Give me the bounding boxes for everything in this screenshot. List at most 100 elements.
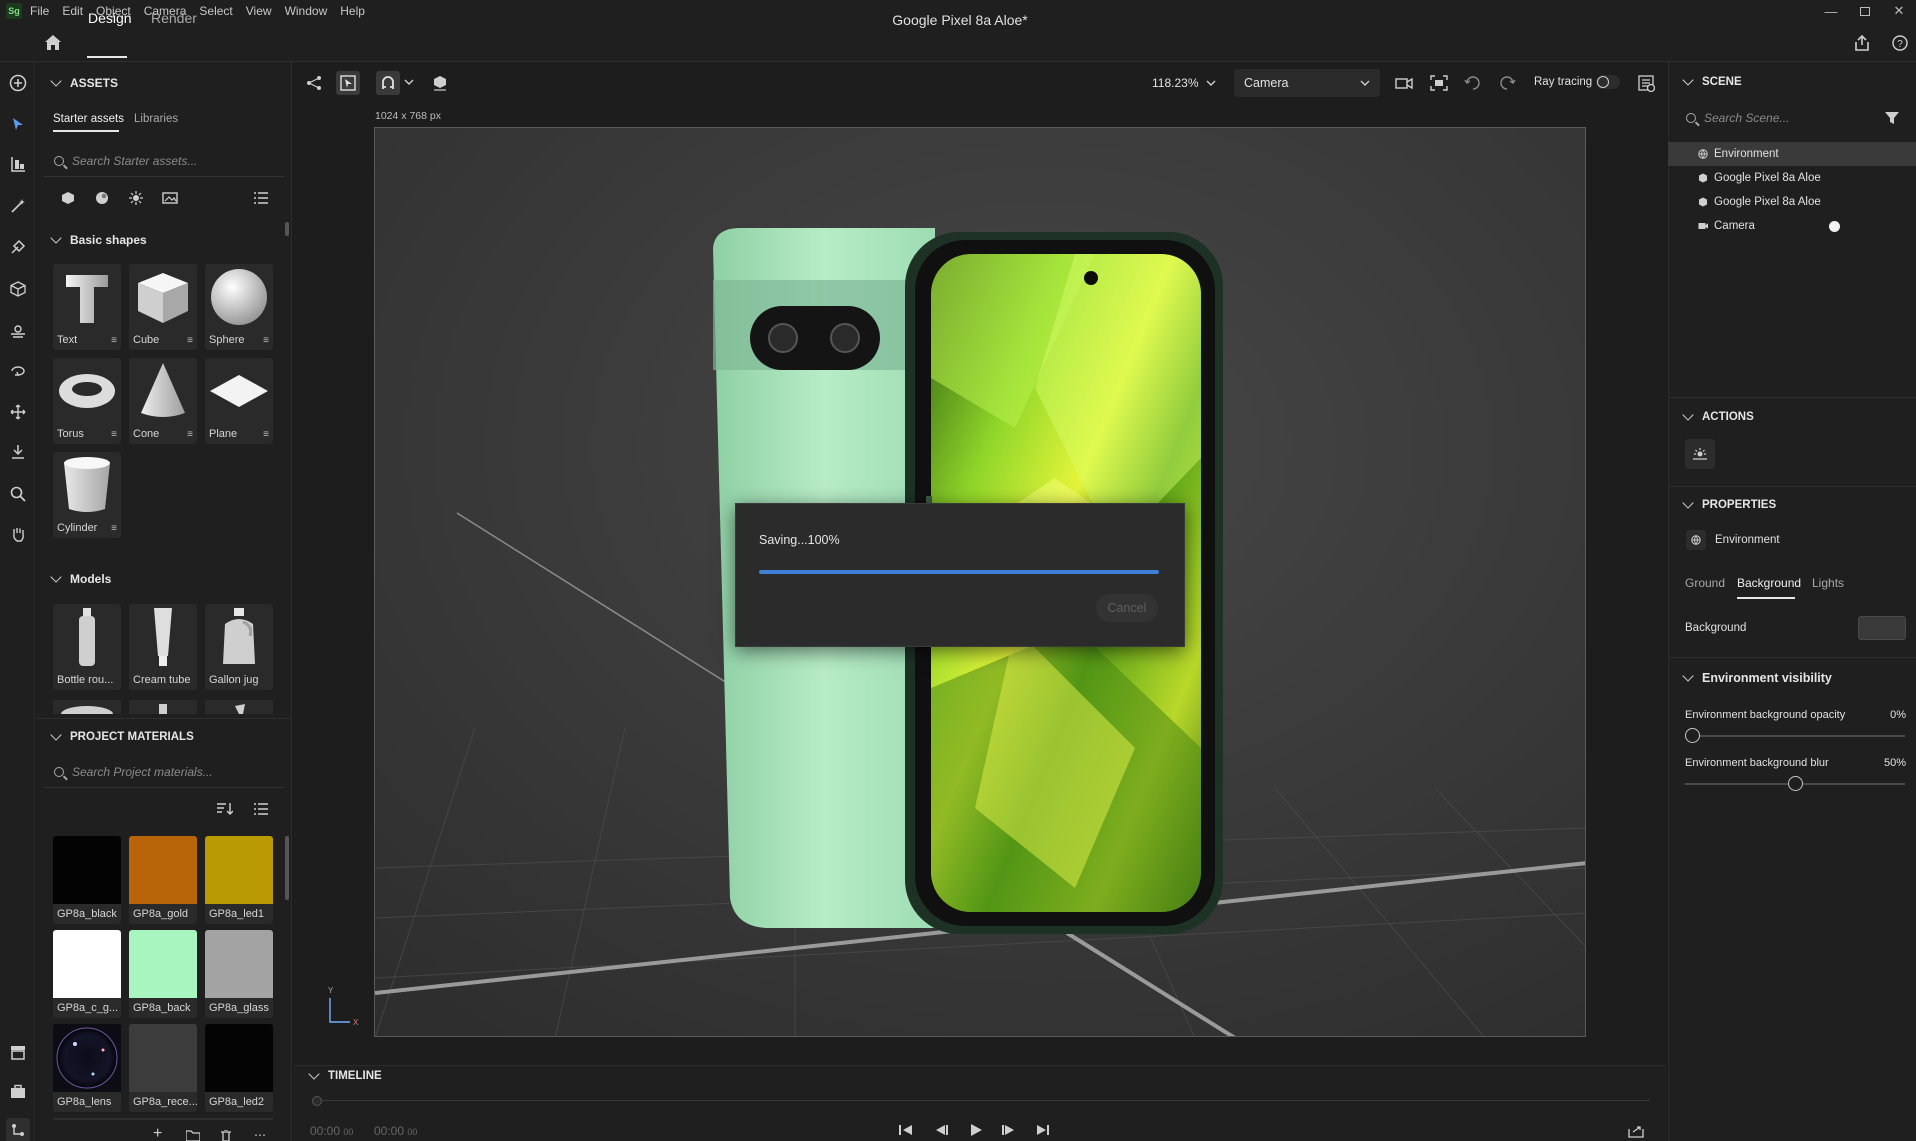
menu-view[interactable]: View — [246, 4, 272, 18]
cube-tool-icon[interactable] — [6, 277, 30, 301]
basic-shapes-header[interactable]: Basic shapes — [50, 232, 147, 247]
environment-tool-icon[interactable] — [6, 318, 30, 342]
assets-search-input[interactable]: Search Starter assets... — [54, 154, 274, 168]
menu-select[interactable]: Select — [199, 4, 232, 18]
skip-end-icon[interactable] — [1035, 1123, 1051, 1137]
menu-edit[interactable]: Edit — [62, 4, 83, 18]
scene-header[interactable]: SCENE — [1682, 74, 1742, 88]
camera-redo-icon[interactable] — [1495, 71, 1519, 95]
asset-gallon-jug[interactable]: Gallon jug — [205, 604, 273, 690]
scene-item-pixel-8a-2[interactable]: Google Pixel 8a Aloe — [1668, 190, 1916, 214]
tab-lights[interactable]: Lights — [1812, 576, 1844, 590]
assets-scrollbar[interactable] — [285, 222, 289, 236]
timeline-track[interactable] — [312, 1100, 1650, 1101]
asset-sphere[interactable]: Sphere ≡ — [205, 264, 273, 350]
network-icon[interactable] — [6, 1118, 30, 1141]
opacity-slider-track[interactable] — [1685, 735, 1905, 737]
step-back-icon[interactable] — [933, 1123, 949, 1137]
hand-tool-icon[interactable] — [6, 522, 30, 546]
materials-scrollbar[interactable] — [285, 836, 289, 900]
filter-light-icon[interactable] — [129, 191, 143, 205]
active-camera-indicator[interactable] — [1829, 221, 1840, 232]
home-icon[interactable] — [44, 34, 62, 51]
blur-slider-knob[interactable] — [1787, 776, 1803, 791]
timeline-playhead[interactable] — [312, 1096, 322, 1106]
tab-design[interactable]: Design — [88, 10, 132, 26]
action-environment-button[interactable] — [1685, 439, 1715, 469]
ray-tracing-toggle[interactable] — [1596, 75, 1620, 89]
asset-bottle[interactable]: Bottle rou... — [53, 604, 121, 690]
asset-text[interactable]: Text ≡ — [53, 264, 121, 350]
filter-image-icon[interactable] — [162, 191, 178, 205]
zoom-chevron-down-icon[interactable] — [1206, 79, 1216, 87]
help-icon[interactable]: ? — [1892, 35, 1908, 51]
asset-cone[interactable]: Cone ≡ — [129, 358, 197, 444]
environment-visibility-header[interactable]: Environment visibility — [1682, 670, 1832, 685]
snap-options-chevron-down-icon[interactable] — [404, 78, 414, 86]
material-gp8a-led2[interactable]: GP8a_led2 — [205, 1024, 273, 1112]
tab-background[interactable]: Background — [1737, 576, 1801, 590]
scene-item-camera[interactable]: Camera — [1668, 214, 1916, 238]
adjust-icon[interactable]: ≡ — [263, 429, 269, 440]
material-gp8a-lens[interactable]: GP8a_lens — [53, 1024, 121, 1112]
background-color-swatch[interactable] — [1858, 616, 1906, 640]
play-icon[interactable] — [968, 1123, 984, 1137]
asset-cylinder[interactable]: Cylinder ≡ — [53, 452, 121, 538]
render-settings-icon[interactable] — [1634, 71, 1658, 95]
cancel-button[interactable]: Cancel — [1096, 594, 1158, 622]
tab-render[interactable]: Render — [151, 10, 197, 26]
share-icon[interactable] — [1853, 34, 1871, 52]
add-icon[interactable] — [6, 71, 30, 95]
adjust-icon[interactable]: ≡ — [111, 335, 117, 346]
briefcase-icon[interactable] — [6, 1080, 30, 1104]
maximize-button[interactable] — [1848, 0, 1882, 22]
scene-item-pixel-8a-1[interactable]: Google Pixel 8a Aloe — [1668, 166, 1916, 190]
share-scene-icon[interactable] — [302, 71, 326, 95]
properties-header[interactable]: PROPERTIES — [1682, 497, 1776, 511]
align-tool-icon[interactable] — [6, 152, 30, 176]
delete-icon[interactable] — [220, 1130, 232, 1141]
archive-icon[interactable] — [6, 1040, 30, 1064]
menu-file[interactable]: File — [30, 4, 49, 18]
step-forward-icon[interactable] — [1001, 1123, 1017, 1137]
frame-select-icon[interactable] — [336, 71, 360, 95]
material-gp8a-led1[interactable]: GP8a_led1 — [205, 836, 273, 924]
filter-material-icon[interactable] — [95, 191, 109, 205]
skip-start-icon[interactable] — [898, 1123, 914, 1137]
tab-libraries[interactable]: Libraries — [134, 113, 178, 125]
material-gp8a-glass[interactable]: GP8a_glass — [205, 930, 273, 1018]
more-icon[interactable]: ⋯ — [254, 1128, 266, 1141]
list-view-icon[interactable] — [254, 803, 268, 815]
move-tool-icon[interactable] — [6, 400, 30, 424]
opacity-slider-knob[interactable] — [1685, 728, 1700, 743]
ground-snap-icon[interactable] — [428, 71, 452, 95]
asset-plane[interactable]: Plane ≡ — [205, 358, 273, 444]
scene-search-input[interactable]: Search Scene... — [1686, 111, 1876, 125]
adjust-icon[interactable]: ≡ — [187, 335, 193, 346]
assets-section-header[interactable]: ASSETS — [50, 75, 118, 90]
drop-tool-icon[interactable] — [6, 440, 30, 464]
orbit-tool-icon[interactable] — [6, 359, 30, 383]
actions-header[interactable]: ACTIONS — [1682, 409, 1754, 423]
snap-magnet-icon[interactable] — [376, 71, 400, 95]
material-gp8a-back[interactable]: GP8a_back — [129, 930, 197, 1018]
minimize-button[interactable]: — — [1814, 0, 1848, 22]
zoom-tool-icon[interactable] — [6, 482, 30, 506]
menu-window[interactable]: Window — [285, 4, 328, 18]
project-materials-header[interactable]: PROJECT MATERIALS — [50, 729, 194, 743]
adjust-icon[interactable]: ≡ — [111, 523, 117, 534]
adjust-icon[interactable]: ≡ — [187, 429, 193, 440]
camera-view-icon[interactable] — [1392, 71, 1416, 95]
timeline-header[interactable]: TIMELINE — [308, 1068, 382, 1082]
material-gp8a-rece[interactable]: GP8a_rece... — [129, 1024, 197, 1112]
select-tool-icon[interactable] — [6, 112, 30, 136]
camera-select[interactable]: Camera — [1234, 69, 1380, 97]
material-gp8a-gold[interactable]: GP8a_gold — [129, 836, 197, 924]
filter-icon[interactable] — [1884, 110, 1900, 126]
materials-search-input[interactable]: Search Project materials... — [54, 765, 274, 779]
export-icon[interactable] — [1628, 1124, 1644, 1138]
asset-cream-tube[interactable]: Cream tube — [129, 604, 197, 690]
filter-3d-icon[interactable] — [61, 191, 75, 205]
camera-undo-icon[interactable] — [1461, 71, 1485, 95]
adjust-icon[interactable]: ≡ — [263, 335, 269, 346]
